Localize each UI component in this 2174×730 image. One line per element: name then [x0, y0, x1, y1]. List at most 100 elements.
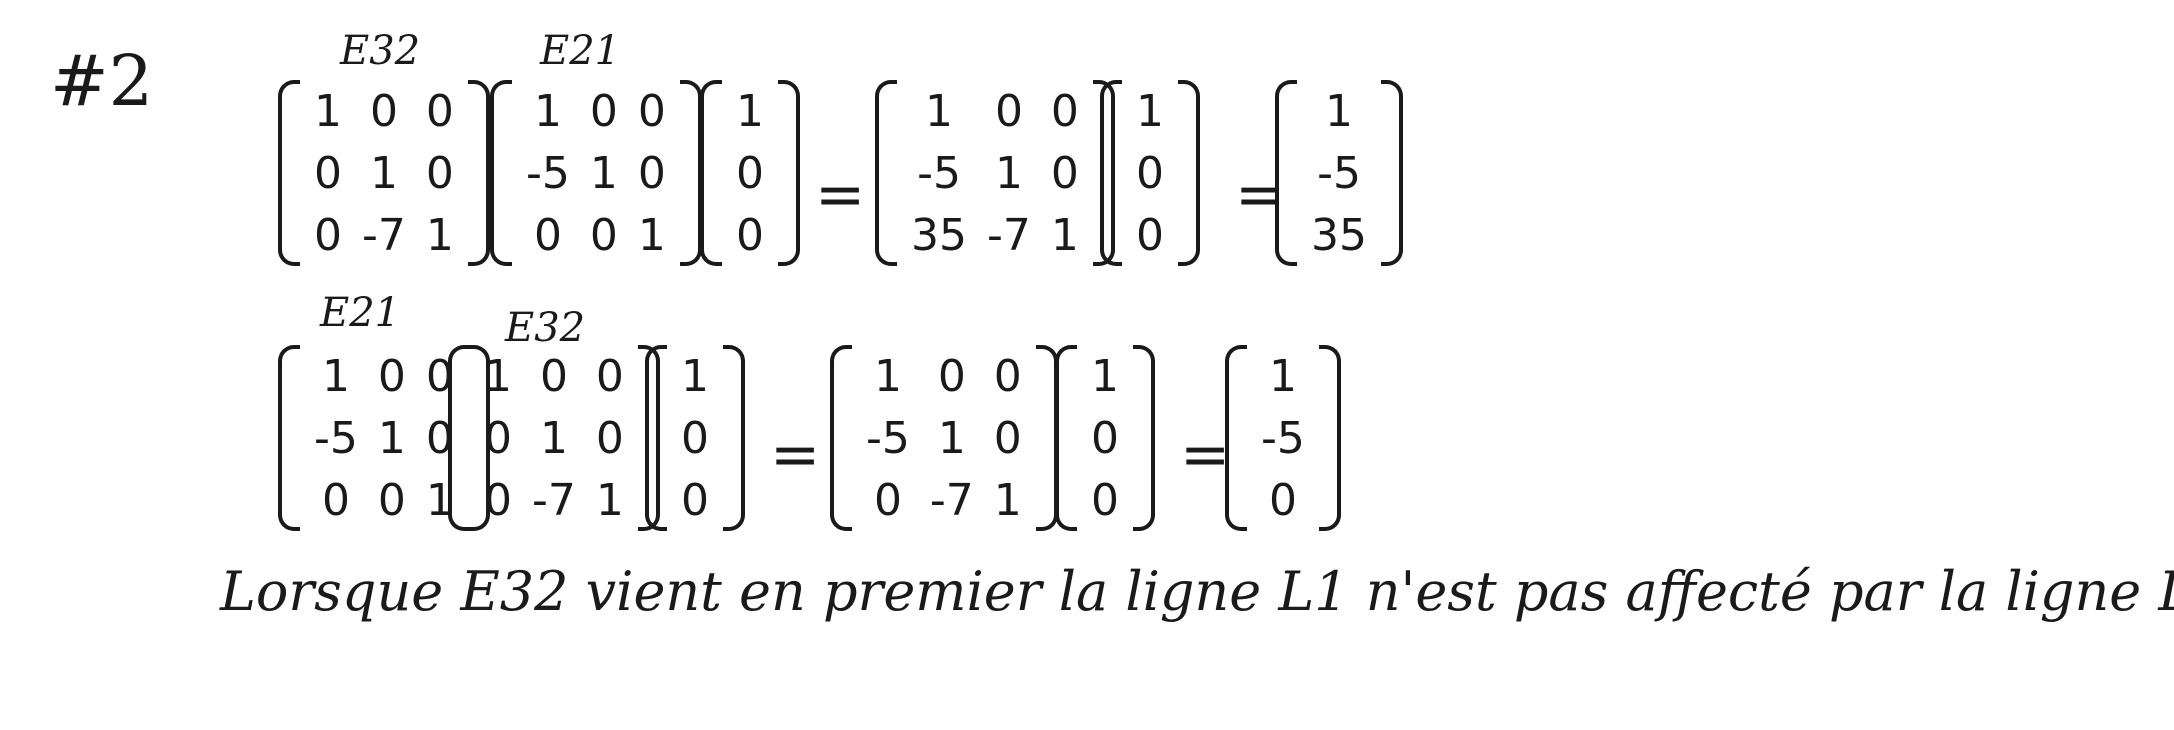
- left-bracket: [278, 345, 300, 531]
- matrix-entry: -5: [1261, 412, 1305, 464]
- vector-input: 1 0 0: [1055, 345, 1155, 531]
- matrix-entry: 0: [321, 474, 350, 526]
- left-bracket: [1225, 345, 1247, 531]
- matrix-entry: 35: [1311, 209, 1367, 261]
- matrix-entry: 0: [681, 474, 709, 526]
- matrix-entry: 1: [873, 350, 902, 402]
- matrix-entry: 0: [595, 412, 624, 464]
- matrix-entry: 1: [681, 350, 709, 402]
- matrix-entry: 0: [377, 474, 406, 526]
- left-bracket: [1100, 80, 1122, 266]
- matrix-entry: 0: [1136, 209, 1164, 261]
- matrix-entry: 1: [1136, 85, 1164, 137]
- matrix-entries: 1 0 0: [1126, 80, 1174, 266]
- left-bracket: [700, 80, 722, 266]
- matrix-entries: 1 0 0: [726, 80, 774, 266]
- matrix-entry: 0: [533, 209, 562, 261]
- vector-input: 1 0 0: [1100, 80, 1200, 266]
- matrix-entry: -5: [917, 147, 961, 199]
- right-bracket: [467, 80, 490, 266]
- matrix-entry: 1: [589, 147, 618, 199]
- matrix-entries: 1 -5 35: [1301, 80, 1377, 266]
- matrix-entries: 1 0 0: [671, 345, 719, 531]
- matrix-entry: 0: [589, 209, 618, 261]
- matrix-entry: -5: [526, 147, 570, 199]
- matrix-entry: 1: [369, 147, 398, 199]
- matrix-entry: 0: [1136, 147, 1164, 199]
- vector-input: 1 0 0: [645, 345, 745, 531]
- matrix-entry: 0: [1050, 85, 1079, 137]
- matrix-label-e21: E21: [320, 290, 401, 336]
- matrix-entry: 1: [993, 474, 1022, 526]
- matrix-product: 1 0 0 -5 1 0 35 -7 1: [875, 80, 1115, 266]
- matrix-entry: 1: [533, 85, 562, 137]
- matrix-entries: 1 0 0: [1081, 345, 1129, 531]
- matrix-entry: 0: [736, 209, 764, 261]
- left-bracket: [1055, 345, 1077, 531]
- matrix-e32: 1 0 0 0 1 0 0 -7 1: [448, 345, 660, 531]
- matrix-entry: 1: [1325, 85, 1353, 137]
- right-bracket: [1178, 80, 1200, 266]
- problem-number: #2: [50, 40, 154, 122]
- matrix-entry: 0: [993, 350, 1022, 402]
- matrix-entry: 0: [377, 350, 406, 402]
- right-bracket: [1381, 80, 1403, 266]
- matrix-label-e21: E21: [540, 28, 621, 74]
- matrix-entry: -5: [866, 412, 910, 464]
- matrix-entry: -7: [987, 209, 1031, 261]
- equals-sign: =: [815, 160, 866, 230]
- matrix-entry: 0: [1091, 412, 1119, 464]
- matrix-e21: 1 0 0 -5 1 0 0 0 1: [490, 80, 702, 266]
- matrix-entry: 35: [911, 209, 967, 261]
- matrix-e32: 1 0 0 0 1 0 0 -7 1: [278, 80, 490, 266]
- handwritten-note: Lorsque E32 vient en premier la ligne L1…: [220, 560, 2174, 623]
- matrix-entry: 0: [1091, 474, 1119, 526]
- matrix-entry: 1: [484, 350, 512, 402]
- matrix-entries: 1 -5 0: [1251, 345, 1315, 531]
- left-bracket: [645, 345, 667, 531]
- matrix-entries: 1 0 0 0 1 0 0 -7 1: [474, 345, 634, 531]
- right-bracket: [679, 80, 702, 266]
- vector-input: 1 0 0: [700, 80, 800, 266]
- matrix-entry: 0: [484, 474, 512, 526]
- matrix-entry: -7: [362, 209, 406, 261]
- matrix-entry: 1: [539, 412, 568, 464]
- matrix-entry: 1: [637, 209, 666, 261]
- left-bracket: [278, 80, 300, 266]
- matrix-entries: 1 0 0 -5 1 0 0 0 1: [304, 345, 464, 531]
- matrix-entry: -5: [1317, 147, 1361, 199]
- matrix-entry: 0: [937, 350, 966, 402]
- matrix-entry: 1: [994, 147, 1023, 199]
- matrix-entry: 0: [1050, 147, 1079, 199]
- matrix-entry: 0: [314, 209, 342, 261]
- matrix-entry: 1: [1091, 350, 1119, 402]
- matrix-entry: -5: [314, 412, 358, 464]
- right-bracket: [1133, 345, 1155, 531]
- matrix-entry: 0: [993, 412, 1022, 464]
- matrix-entries: 1 0 0 -5 1 0 35 -7 1: [901, 80, 1089, 266]
- left-bracket: [490, 80, 512, 266]
- matrix-entry: 0: [484, 412, 512, 464]
- matrix-entry: 0: [425, 147, 454, 199]
- matrix-entry: 0: [637, 147, 666, 199]
- matrix-label-e32: E32: [340, 28, 421, 74]
- matrix-entry: 1: [377, 412, 406, 464]
- right-bracket: [778, 80, 800, 266]
- right-bracket: [1318, 345, 1341, 531]
- matrix-entry: 0: [595, 350, 624, 402]
- matrix-entry: 0: [873, 474, 902, 526]
- matrix-entries: 1 0 0 -5 1 0 0 0 1: [516, 80, 676, 266]
- matrix-entry: 0: [539, 350, 568, 402]
- matrix-product: 1 0 0 -5 1 0 0 -7 1: [830, 345, 1058, 531]
- matrix-entry: 0: [589, 85, 618, 137]
- left-bracket: [448, 345, 470, 531]
- vector-result: 1 -5 0: [1225, 345, 1341, 531]
- matrix-entry: 0: [681, 412, 709, 464]
- matrix-entry: 1: [1050, 209, 1079, 261]
- equals-sign: =: [1180, 420, 1231, 490]
- left-bracket: [875, 80, 897, 266]
- matrix-entry: 0: [637, 85, 666, 137]
- matrix-entry: 1: [925, 85, 953, 137]
- matrix-entry: 0: [994, 85, 1023, 137]
- matrix-entry: 1: [425, 209, 454, 261]
